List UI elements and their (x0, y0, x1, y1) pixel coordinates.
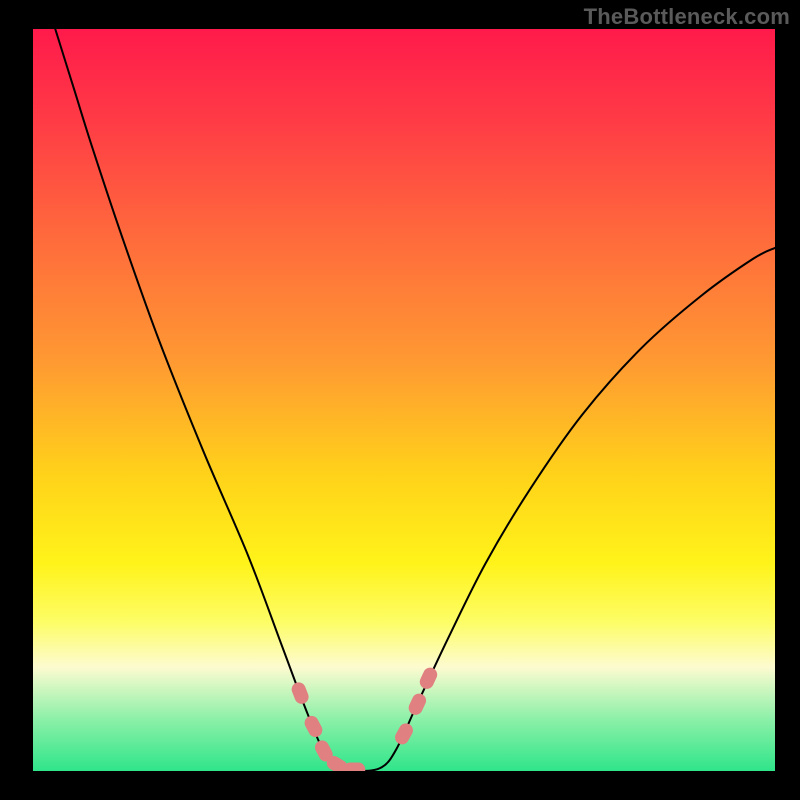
bottleneck-chart (0, 0, 800, 800)
marker-left-cluster (343, 763, 365, 777)
watermark-text: TheBottleneck.com (584, 4, 790, 30)
chart-frame: TheBottleneck.com (0, 0, 800, 800)
plot-background (33, 29, 775, 771)
